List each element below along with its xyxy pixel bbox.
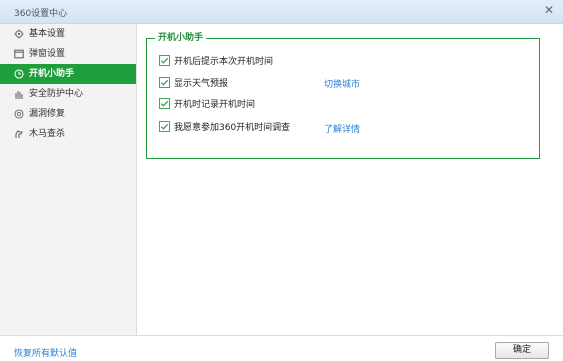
restore-defaults-link[interactable]: 恢复所有默认值 — [14, 346, 77, 359]
sidebar-item-label: 基本设置 — [29, 29, 66, 39]
option-label: 开机时记录开机时间 — [174, 99, 256, 110]
window-icon — [14, 49, 24, 59]
checkmark-icon — [160, 79, 169, 86]
sidebar-item-vulnerability-fix[interactable]: 漏洞修复 — [0, 104, 136, 124]
checkbox-show-weather[interactable] — [159, 76, 170, 88]
sidebar-item-label: 安全防护中心 — [29, 89, 84, 99]
switch-city-link[interactable]: 切换城市 — [324, 77, 360, 90]
horse-icon — [14, 129, 24, 139]
checkbox-join-survey[interactable] — [159, 120, 170, 132]
sidebar-item-boot-assistant[interactable]: 开机小助手 — [0, 64, 136, 84]
gear-icon — [14, 29, 24, 39]
close-icon[interactable]: ✕ — [541, 2, 557, 18]
checkmark-icon — [160, 123, 169, 130]
settings-window: 360设置中心 ✕ 基本设置 弹窗设置 开机小助手 安全防护中心 漏洞修复 木马… — [0, 0, 563, 361]
option-show-boot-time[interactable]: 开机后提示本次开机时间 — [159, 53, 273, 67]
sidebar-item-label: 漏洞修复 — [29, 109, 66, 119]
sidebar: 基本设置 弹窗设置 开机小助手 安全防护中心 漏洞修复 木马查杀 — [0, 24, 137, 335]
shield-bars-icon — [14, 89, 24, 99]
sidebar-item-popup-settings[interactable]: 弹窗设置 — [0, 44, 136, 64]
option-label: 显示天气预报 — [174, 78, 229, 89]
option-label: 我愿意参加360开机时间调查 — [174, 122, 291, 133]
sidebar-item-label: 开机小助手 — [29, 69, 75, 79]
group-title: 开机小助手 — [155, 32, 207, 44]
option-record-boot-time[interactable]: 开机时记录开机时间 — [159, 96, 255, 110]
checkbox-show-boot-time[interactable] — [159, 54, 170, 66]
sidebar-item-trojan-scan[interactable]: 木马查杀 — [0, 124, 136, 144]
sidebar-item-security-center[interactable]: 安全防护中心 — [0, 84, 136, 104]
sidebar-item-label: 木马查杀 — [29, 129, 66, 139]
option-show-weather[interactable]: 显示天气预报 — [159, 75, 228, 89]
sidebar-item-basic-settings[interactable]: 基本设置 — [0, 24, 136, 44]
checkmark-icon — [160, 100, 169, 107]
ok-button[interactable]: 确定 — [495, 342, 549, 359]
footer: 恢复所有默认值 确定 — [0, 335, 563, 361]
option-join-survey[interactable]: 我愿意参加360开机时间调查 — [159, 119, 290, 133]
clock-icon — [14, 69, 24, 79]
sidebar-item-label: 弹窗设置 — [29, 49, 66, 59]
checkmark-icon — [160, 57, 169, 64]
patch-icon — [14, 109, 24, 119]
learn-more-link[interactable]: 了解详情 — [324, 122, 360, 135]
window-title: 360设置中心 — [14, 9, 68, 19]
title-bar: 360设置中心 ✕ — [0, 0, 563, 24]
option-label: 开机后提示本次开机时间 — [174, 56, 274, 67]
checkbox-record-boot-time[interactable] — [159, 97, 170, 109]
